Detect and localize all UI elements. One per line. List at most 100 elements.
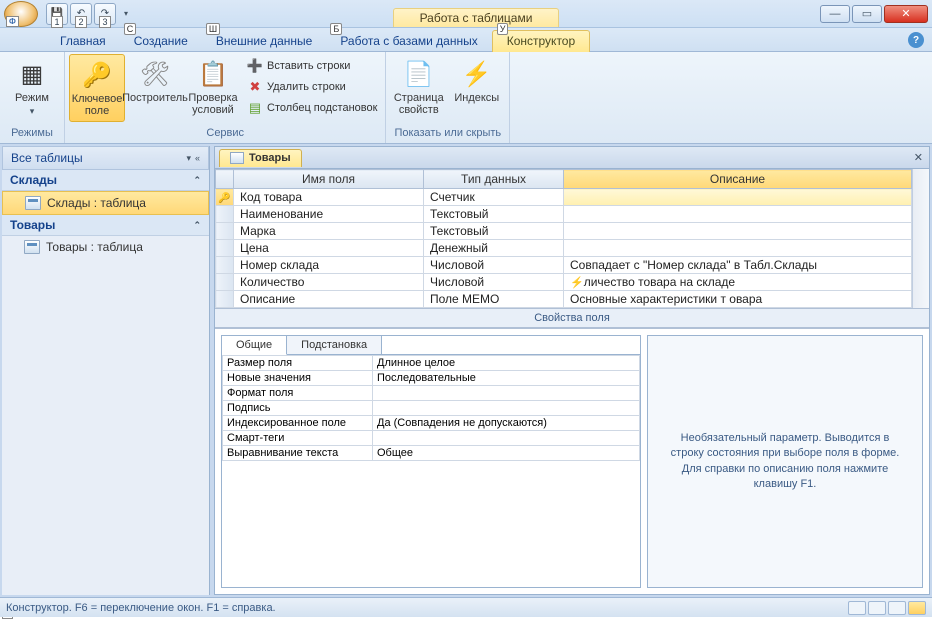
property-row[interactable]: Новые значенияПоследовательные [223, 371, 640, 386]
row-selector[interactable] [216, 240, 234, 257]
datasheet-icon: ▦ [16, 58, 48, 90]
nav-section-header[interactable]: Товары⌃ [2, 215, 209, 236]
lookup-column-button[interactable]: ▤Столбец подстановок [243, 98, 381, 118]
prop-tab-lookup[interactable]: Подстановка [287, 336, 382, 354]
field-type-cell[interactable]: Поле МЕМО [424, 291, 564, 308]
smart-tag-icon[interactable]: ⚡ [570, 277, 584, 289]
doc-close-button[interactable]: ✕ [914, 151, 923, 164]
row-selector[interactable] [216, 223, 234, 240]
field-desc-cell[interactable]: Основные характеристики т овара [564, 291, 912, 308]
view-datasheet-button[interactable] [848, 601, 866, 615]
office-button[interactable]: Ф [4, 1, 38, 27]
prop-tab-general[interactable]: Общие [222, 336, 287, 355]
property-value[interactable]: Последовательные [373, 371, 640, 386]
property-row[interactable]: Выравнивание текстаОбщее [223, 446, 640, 461]
row-selector[interactable] [216, 257, 234, 274]
field-row[interactable]: ЦенаДенежный [216, 240, 912, 257]
primary-key-button[interactable]: 🔑 Ключевое поле Г [69, 54, 125, 122]
row-selector[interactable]: 🔑 [216, 189, 234, 206]
field-type-cell[interactable]: Числовой [424, 257, 564, 274]
field-type-cell[interactable]: Денежный [424, 240, 564, 257]
qat-save[interactable]: 💾1 [46, 3, 68, 25]
field-type-cell[interactable]: Текстовый [424, 206, 564, 223]
col-type[interactable]: Тип данных [424, 170, 564, 189]
qat-redo[interactable]: ↷3 [94, 3, 116, 25]
row-selector-header[interactable] [216, 170, 234, 189]
nav-dropdown-icon[interactable]: ▾ [186, 153, 191, 164]
tab-create[interactable]: СозданиеС [120, 31, 202, 51]
field-row[interactable]: 🔑Код товараСчетчик [216, 189, 912, 206]
nav-header[interactable]: Все таблицы ▾« [2, 146, 209, 170]
property-value[interactable]: Длинное целое [373, 356, 640, 371]
contextual-tab-title: Работа с таблицами [393, 8, 560, 27]
row-selector[interactable] [216, 291, 234, 308]
property-row[interactable]: Подпись [223, 401, 640, 416]
property-value[interactable]: Да (Совпадения не допускаются) [373, 416, 640, 431]
property-value[interactable] [373, 386, 640, 401]
field-name-cell[interactable]: Код товара [234, 189, 424, 206]
property-sheet-button[interactable]: 📄 Страница свойств [391, 54, 447, 120]
field-desc-cell[interactable]: ⚡личество товара на складе [564, 274, 912, 291]
field-desc-cell[interactable]: Совпадает с "Номер склада" в Табл.Склады [564, 257, 912, 274]
property-table[interactable]: Размер поляДлинное целоеНовые значенияПо… [222, 355, 640, 461]
field-name-cell[interactable]: Цена [234, 240, 424, 257]
field-type-cell[interactable]: Счетчик [424, 189, 564, 206]
field-row[interactable]: КоличествоЧисловой⚡личество товара на ск… [216, 274, 912, 291]
field-name-cell[interactable]: Наименование [234, 206, 424, 223]
vertical-scrollbar[interactable] [912, 169, 929, 308]
field-desc-cell[interactable] [564, 189, 912, 206]
minimize-button[interactable]: — [820, 5, 850, 23]
nav-item[interactable]: Склады : таблица [2, 191, 209, 215]
field-row[interactable]: МаркаТекстовый [216, 223, 912, 240]
field-name-cell[interactable]: Количество [234, 274, 424, 291]
builder-button[interactable]: 🛠 Построитель [127, 54, 183, 108]
field-desc-cell[interactable] [564, 206, 912, 223]
row-selector[interactable] [216, 206, 234, 223]
property-value[interactable] [373, 431, 640, 446]
close-button[interactable]: ✕ [884, 5, 928, 23]
insert-rows-button[interactable]: ➕Вставить строки [243, 56, 381, 76]
nav-item[interactable]: Товары : таблица [2, 236, 209, 258]
property-row[interactable]: Размер поляДлинное целое [223, 356, 640, 371]
doc-tab-tovary[interactable]: Товары [219, 149, 302, 167]
tab-external[interactable]: Внешние данныеШ [202, 31, 327, 51]
property-value[interactable] [373, 401, 640, 416]
view-design-button[interactable] [908, 601, 926, 615]
property-label: Индексированное поле [223, 416, 373, 431]
property-row[interactable]: Формат поля [223, 386, 640, 401]
col-name[interactable]: Имя поля [234, 170, 424, 189]
field-name-cell[interactable]: Описание [234, 291, 424, 308]
nav-collapse-icon[interactable]: « [195, 153, 200, 164]
delete-rows-button[interactable]: ✖Удалить строки [243, 77, 381, 97]
col-desc[interactable]: Описание [564, 170, 912, 189]
help-button[interactable]: ? [908, 32, 924, 48]
maximize-button[interactable]: ▭ [852, 5, 882, 23]
field-desc-cell[interactable] [564, 240, 912, 257]
property-row[interactable]: Смарт-теги [223, 431, 640, 446]
field-grid[interactable]: Имя поля Тип данных Описание 🔑Код товара… [215, 169, 912, 308]
indexes-button[interactable]: ⚡ Индексы [449, 54, 505, 108]
status-text: Конструктор. F6 = переключение окон. F1 … [6, 602, 276, 614]
tab-design[interactable]: КонструкторУ [492, 30, 590, 52]
property-value[interactable]: Общее [373, 446, 640, 461]
field-row[interactable]: Номер складаЧисловойСовпадает с "Номер с… [216, 257, 912, 274]
validate-button[interactable]: 📋 Проверка условий [185, 54, 241, 120]
field-name-cell[interactable]: Номер склада [234, 257, 424, 274]
view-pivottable-button[interactable] [868, 601, 886, 615]
window-title: База данных1 : база данных (Access 2007)… [132, 4, 820, 23]
field-name-cell[interactable]: Марка [234, 223, 424, 240]
view-pivotchart-button[interactable] [888, 601, 906, 615]
property-row[interactable]: Индексированное полеДа (Совпадения не до… [223, 416, 640, 431]
field-type-cell[interactable]: Текстовый [424, 223, 564, 240]
field-type-cell[interactable]: Числовой [424, 274, 564, 291]
nav-section-header[interactable]: Склады⌃ [2, 170, 209, 191]
tab-home[interactable]: Главная [46, 31, 120, 51]
field-desc-cell[interactable] [564, 223, 912, 240]
field-row[interactable]: ОписаниеПоле МЕМООсновные характеристики… [216, 291, 912, 308]
tab-dbtools[interactable]: Работа с базами данныхБ [326, 31, 491, 51]
qat-customize[interactable] [118, 3, 132, 25]
view-button[interactable]: ▦ Режим ▾ [4, 54, 60, 121]
field-row[interactable]: НаименованиеТекстовый [216, 206, 912, 223]
qat-undo[interactable]: ↶2 [70, 3, 92, 25]
row-selector[interactable] [216, 274, 234, 291]
